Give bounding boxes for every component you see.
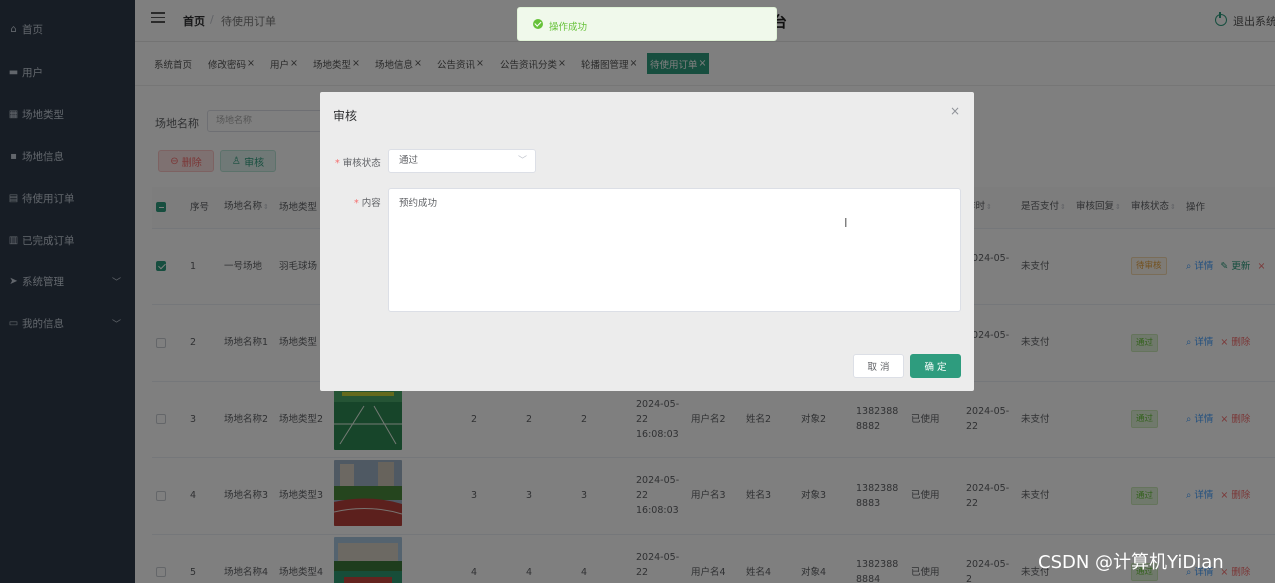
success-toast: 操作成功 — [517, 7, 777, 41]
dialog-title: 审核 — [333, 109, 358, 123]
close-icon[interactable]: × — [950, 104, 960, 118]
status-select-value: 通过 — [399, 155, 419, 166]
status-select[interactable]: 通过 ﹀ — [388, 149, 536, 173]
cancel-button[interactable]: 取 消 — [853, 354, 904, 378]
confirm-button[interactable]: 确 定 — [910, 354, 961, 378]
status-label-text: 审核状态 — [342, 158, 381, 169]
required-mark: * — [354, 198, 362, 209]
content-label-text: 内容 — [361, 198, 381, 209]
chevron-down-icon: ﹀ — [517, 156, 527, 166]
status-field-label: * 审核状态 — [335, 155, 381, 169]
audit-dialog: 审核 × * 审核状态 通过 ﹀ * 内容 预约成功 I 取 消 确 定 — [320, 92, 974, 391]
watermark: CSDN @计算机YiDian — [1038, 552, 1224, 573]
content-field-label: * 内容 — [354, 195, 381, 209]
toast-message: 操作成功 — [549, 22, 588, 33]
app-root: ⌂首页 ▬用户 ▦场地类型 ▪场地信息 ▤待使用订单 ▥已完成订单 ➤系统管理 … — [0, 0, 1275, 583]
success-check-icon — [533, 19, 543, 29]
text-cursor-icon: I — [844, 216, 848, 230]
required-mark: * — [335, 158, 343, 169]
content-textarea[interactable]: 预约成功 — [388, 188, 961, 312]
